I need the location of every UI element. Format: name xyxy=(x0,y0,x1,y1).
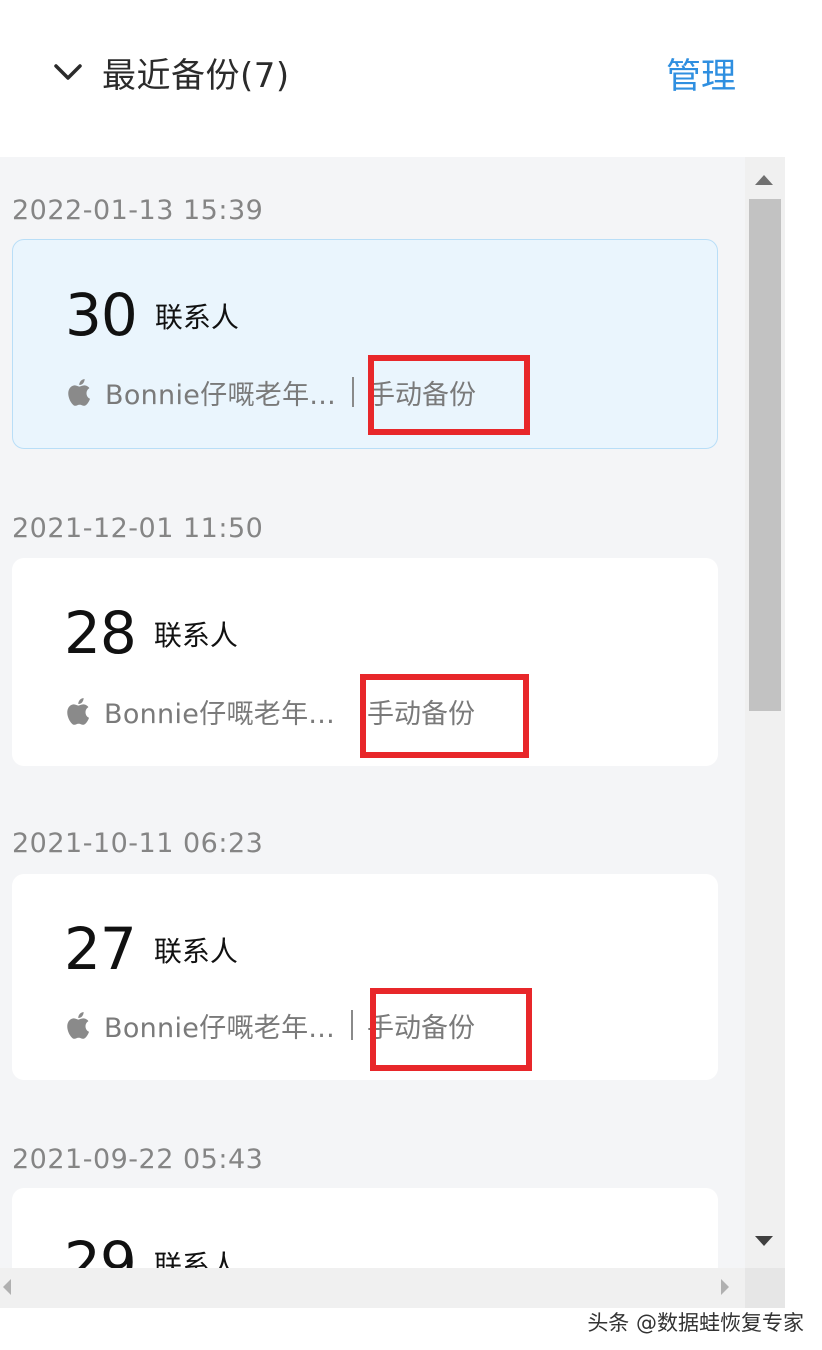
divider xyxy=(351,696,353,726)
contact-unit: 联系人 xyxy=(153,619,238,652)
scrollbar-thumb[interactable] xyxy=(749,199,781,711)
backup-type-label: 手动备份 xyxy=(367,698,476,730)
contact-count: 30 xyxy=(65,281,138,349)
horizontal-scrollbar[interactable] xyxy=(0,1268,745,1308)
backup-meta: Bonnie仔嘅老年... 手动备份 xyxy=(65,372,476,412)
contact-count-row: 28 联系人 xyxy=(64,604,238,662)
vertical-scrollbar[interactable] xyxy=(745,157,785,1268)
scrollbar-corner xyxy=(745,1268,785,1308)
backup-card[interactable]: 29 联系人 xyxy=(12,1188,718,1268)
apple-icon xyxy=(64,696,90,726)
backup-list: 2022-01-13 15:39 30 联系人 Bonnie仔嘅老年... 手动… xyxy=(0,157,745,1268)
backup-type-label: 手动备份 xyxy=(367,1012,476,1044)
contact-count-row: 30 联系人 xyxy=(65,286,239,344)
contact-unit: 联系人 xyxy=(154,301,239,334)
backup-date: 2021-10-11 06:23 xyxy=(12,828,264,859)
divider xyxy=(352,377,355,407)
backup-type-label: 手动备份 xyxy=(368,379,477,411)
backup-date: 2022-01-13 15:39 xyxy=(12,195,264,226)
scroll-right-arrow[interactable] xyxy=(721,1279,729,1295)
section-title: 最近备份(7) xyxy=(102,56,290,96)
contact-count-row: 27 联系人 xyxy=(64,920,238,978)
contact-count-row: 29 联系人 xyxy=(64,1234,238,1268)
backup-panel: 最近备份(7) 管理 2022-01-13 15:39 30 联系人 Bonni… xyxy=(0,0,822,1350)
backup-date: 2021-09-22 05:43 xyxy=(12,1144,264,1175)
scroll-left-arrow[interactable] xyxy=(3,1279,11,1295)
backup-card[interactable]: 27 联系人 Bonnie仔嘅老年... 手动备份 xyxy=(12,874,718,1080)
contact-count: 29 xyxy=(64,1229,137,1268)
contact-count: 28 xyxy=(64,599,137,667)
contact-count: 27 xyxy=(64,915,137,983)
section-header: 最近备份(7) 管理 xyxy=(0,0,822,150)
apple-icon xyxy=(64,1010,90,1040)
collapse-toggle-button[interactable] xyxy=(50,54,86,90)
backup-meta: Bonnie仔嘅老年... 手动备份 xyxy=(64,691,475,731)
device-name: Bonnie仔嘅老年... xyxy=(104,698,336,730)
manage-button[interactable]: 管理 xyxy=(666,48,736,99)
divider xyxy=(351,1010,354,1040)
chevron-down-icon xyxy=(50,54,86,90)
device-name: Bonnie仔嘅老年... xyxy=(104,1012,336,1044)
scroll-down-arrow[interactable] xyxy=(755,1236,773,1246)
device-name: Bonnie仔嘅老年... xyxy=(105,379,337,411)
backup-card[interactable]: 28 联系人 Bonnie仔嘅老年... 手动备份 xyxy=(12,558,718,766)
backup-card-selected[interactable]: 30 联系人 Bonnie仔嘅老年... 手动备份 xyxy=(12,239,718,449)
apple-icon xyxy=(65,377,91,407)
watermark: 头条 @数据蛙恢复专家 xyxy=(587,1311,804,1335)
scroll-up-arrow[interactable] xyxy=(755,175,773,185)
contact-unit: 联系人 xyxy=(153,1249,238,1268)
contact-unit: 联系人 xyxy=(153,935,238,968)
backup-date: 2021-12-01 11:50 xyxy=(12,513,264,544)
backup-meta: Bonnie仔嘅老年... 手动备份 xyxy=(64,1005,475,1045)
